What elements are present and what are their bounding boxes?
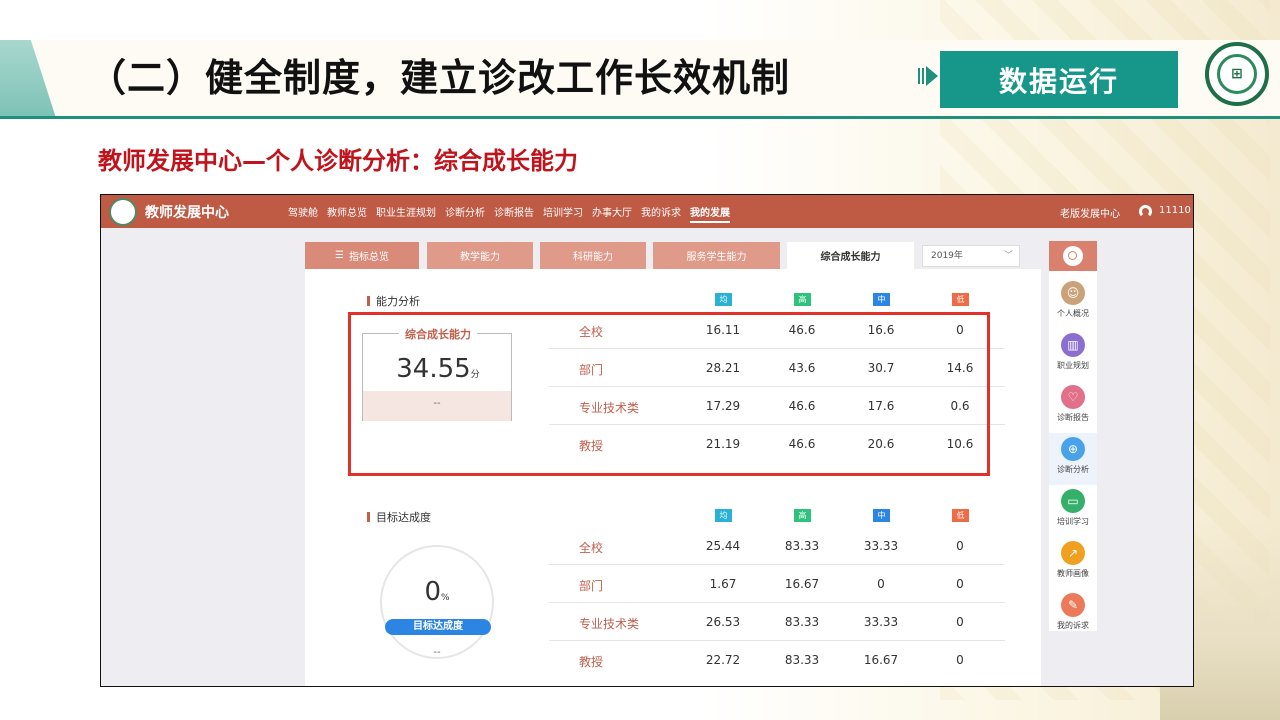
table-row: 全校 25.44 83.33 33.33 0 (549, 527, 1005, 565)
highlight-frame (348, 312, 990, 476)
sidebar-item-label: 职业规划 (1057, 361, 1089, 370)
trend-icon: ↗ (1061, 541, 1085, 565)
table-row: 专业技术类 26.53 83.33 33.33 0 (549, 603, 1005, 641)
list-icon: ☰ (335, 250, 344, 261)
cell-avg: 25.44 (705, 539, 741, 553)
sidebar-item-portrait[interactable]: ↗ 教师画像 (1049, 537, 1097, 589)
cell-mid: 33.33 (863, 539, 899, 553)
goal-value: 0 (424, 577, 441, 607)
school-logo: ⊞ (1205, 42, 1269, 106)
row-label: 部门 (579, 579, 604, 593)
legend-low: 低 (952, 293, 969, 306)
table-row: 部门 1.67 16.67 0 0 (549, 565, 1005, 603)
sidebar-item-label: 培训学习 (1057, 517, 1089, 526)
cell-low: 0 (956, 577, 964, 591)
heart-icon: ♡ (1061, 385, 1085, 409)
cell-high: 16.67 (784, 577, 820, 591)
user-id: 11110 (1159, 205, 1191, 216)
user-icon[interactable] (1139, 205, 1152, 218)
row-label: 教授 (579, 655, 604, 669)
nav-item[interactable]: 培训学习 (543, 204, 583, 223)
book-icon: ▥ (1061, 333, 1085, 357)
cell-mid: 0 (877, 577, 885, 591)
sidebar-item-label: 我的诉求 (1057, 621, 1089, 630)
sidebar-item-analysis[interactable]: ⊕ 诊断分析 (1049, 433, 1097, 485)
ability-tabs: ☰ 指标总览 教学能力 科研能力 服务学生能力 综合成长能力 2019年 ﹀ (305, 241, 1041, 269)
app-name: 教师发展中心 (145, 205, 229, 221)
cell-avg: 26.53 (705, 615, 741, 629)
goal-value-wrap: 0% (380, 577, 494, 607)
tab-label: 指标总览 (348, 252, 389, 263)
app-screenshot: 教师发展中心 驾驶舱 教师总览 职业生涯规划 诊断分析 诊断报告 培训学习 办事… (100, 194, 1194, 687)
row-label: 专业技术类 (579, 617, 640, 631)
sidebar-item-report[interactable]: ♡ 诊断报告 (1049, 381, 1097, 433)
legend-avg: 均 (715, 509, 732, 522)
goal-unit: % (440, 593, 450, 603)
sidebar-item-training[interactable]: ▭ 培训学习 (1049, 485, 1097, 537)
cell-low: 0 (956, 615, 964, 629)
legend-low: 低 (952, 509, 969, 522)
old-version-link[interactable]: 老版发展中心 (1060, 205, 1120, 220)
tab-teaching[interactable]: 教学能力 (427, 242, 533, 269)
nav-item[interactable]: 驾驶舱 (288, 204, 318, 223)
title-divider (0, 116, 1280, 119)
sidebar-item-label: 教师画像 (1057, 569, 1089, 578)
year-value: 2019年 (931, 251, 963, 261)
cell-low: 0 (956, 653, 964, 667)
data-running-badge: 数据运行 (940, 51, 1178, 108)
arrow-right-icon (918, 66, 938, 86)
nav-item[interactable]: 教师总览 (327, 204, 367, 223)
cell-avg: 1.67 (709, 577, 737, 591)
tab-overview[interactable]: ☰ 指标总览 (305, 242, 419, 269)
legend-mid: 中 (873, 293, 890, 306)
nav-item[interactable]: 办事大厅 (592, 204, 632, 223)
legend-avg: 均 (715, 293, 732, 306)
goal-pill: 目标达成度 (385, 619, 491, 635)
nav-item[interactable]: 职业生涯规划 (376, 204, 436, 223)
app-topbar: 教师发展中心 驾驶舱 教师总览 职业生涯规划 诊断分析 诊断报告 培训学习 办事… (101, 195, 1193, 228)
sidebar-item-appeal[interactable]: ✎ 我的诉求 (1049, 589, 1097, 641)
open-book-icon: ▭ (1061, 489, 1085, 513)
sidebar-item-label: 个人概况 (1057, 309, 1089, 318)
nav-item[interactable]: 诊断报告 (494, 204, 534, 223)
cell-high: 83.33 (784, 615, 820, 629)
sidebar-item-career[interactable]: ▥ 职业规划 (1049, 329, 1097, 381)
goal-section-title: 目标达成度 (367, 509, 431, 525)
table-row: 教授 22.72 83.33 16.67 0 (549, 641, 1005, 679)
cell-mid: 16.67 (863, 653, 899, 667)
sidebar-item-profile[interactable]: ☺ 个人概况 (1049, 277, 1097, 329)
slide-title: （二）健全制度，建立诊改工作长效机制 (88, 56, 791, 100)
ability-section-title: 能力分析 (367, 293, 420, 309)
cell-low: 0 (956, 539, 964, 553)
main-panel: ☰ 指标总览 教学能力 科研能力 服务学生能力 综合成长能力 2019年 ﹀ 能… (305, 241, 1041, 686)
tab-growth[interactable]: 综合成长能力 (787, 242, 914, 269)
main-nav: 驾驶舱 教师总览 职业生涯规划 诊断分析 诊断报告 培训学习 办事大厅 我的诉求… (288, 204, 739, 223)
right-sidebar: ☺ 个人概况 ▥ 职业规划 ♡ 诊断报告 ⊕ 诊断分析 ▭ 培训学习 ↗ 教师画… (1049, 241, 1097, 631)
nav-item-active[interactable]: 我的发展 (690, 204, 730, 223)
target-icon: ⊕ (1061, 437, 1085, 461)
edit-icon: ✎ (1061, 593, 1085, 617)
sidebar-item-label: 诊断分析 (1057, 465, 1089, 474)
app-logo (109, 198, 137, 226)
sidebar-item-label: 诊断报告 (1057, 413, 1089, 422)
cell-mid: 33.33 (863, 615, 899, 629)
search-icon (1063, 246, 1083, 266)
row-label: 全校 (579, 541, 604, 555)
chevron-down-icon: ﹀ (1003, 251, 1013, 261)
nav-item[interactable]: 诊断分析 (445, 204, 485, 223)
cell-avg: 22.72 (705, 653, 741, 667)
legend-high: 高 (794, 509, 811, 522)
goal-footnote: -- (433, 647, 441, 658)
year-select[interactable]: 2019年 ﹀ (922, 245, 1020, 267)
search-button[interactable] (1049, 241, 1097, 271)
slide-subtitle: 教师发展中心—个人诊断分析：综合成长能力 (98, 147, 578, 175)
nav-item[interactable]: 我的诉求 (641, 204, 681, 223)
legend-high: 高 (794, 293, 811, 306)
cell-high: 83.33 (784, 653, 820, 667)
tab-research[interactable]: 科研能力 (540, 242, 646, 269)
person-icon: ☺ (1061, 281, 1085, 305)
cell-high: 83.33 (784, 539, 820, 553)
legend-mid: 中 (873, 509, 890, 522)
tab-student-service[interactable]: 服务学生能力 (653, 242, 780, 269)
